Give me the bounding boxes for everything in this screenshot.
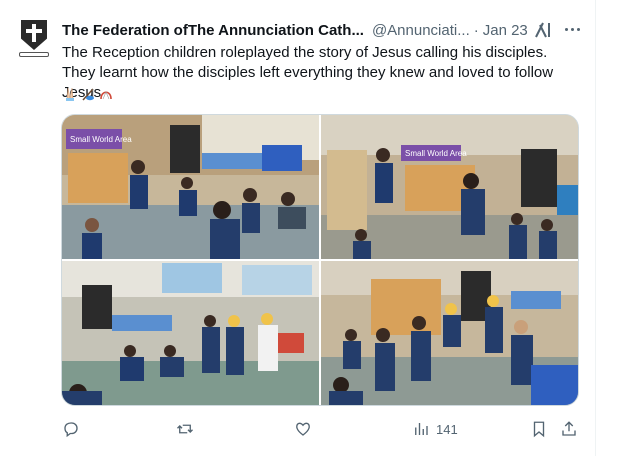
author-name[interactable]: The Federation ofThe Annunciation Cath..… [62,22,364,39]
school-crest-icon [21,20,47,50]
crest-ribbon [19,52,49,57]
classroom-photo-2[interactable]: Small World Area [321,115,578,259]
avatar[interactable] [17,20,51,60]
tweet-date[interactable]: Jan 23 [483,22,528,39]
views-button[interactable]: 141 [412,416,458,442]
retweet-icon [177,424,193,434]
heart-icon [296,422,310,436]
author-handle[interactable]: @Annunciati... [372,22,470,39]
bookmark-icon [533,421,545,438]
media-grid: Small World Area Small World Area [61,114,579,406]
separator-dot: · [473,21,479,39]
reply-icon [64,422,78,438]
views-icon [415,423,428,435]
folded-hands-emoji [62,86,78,102]
tweet-card[interactable]: The Federation ofThe Annunciation Cath..… [0,0,596,456]
classroom-photo-4[interactable] [321,261,578,405]
like-button[interactable] [294,416,312,442]
tweet-text: The Reception children roleplayed the st… [62,44,554,101]
classroom-photo-1[interactable]: Small World Area [62,115,319,259]
reply-button[interactable] [62,416,80,442]
share-icon [562,421,576,436]
retweet-button[interactable] [176,416,194,442]
photo-sign-text: Small World Area [70,135,132,144]
bookmark-button[interactable] [530,416,548,442]
grok-icon[interactable] [534,21,554,39]
photo-sign-text: Small World Area [405,149,467,158]
more-options-icon[interactable] [562,19,582,39]
views-count: 141 [436,421,458,437]
fishing-pole-emoji [80,86,96,102]
net-emoji [98,86,114,102]
share-button[interactable] [560,416,578,442]
tweet-emoji-row [62,84,114,104]
tweet-actions: 141 [58,416,588,442]
tweet-header: The Federation ofThe Annunciation Cath..… [62,19,592,41]
classroom-photo-3[interactable] [62,261,319,405]
